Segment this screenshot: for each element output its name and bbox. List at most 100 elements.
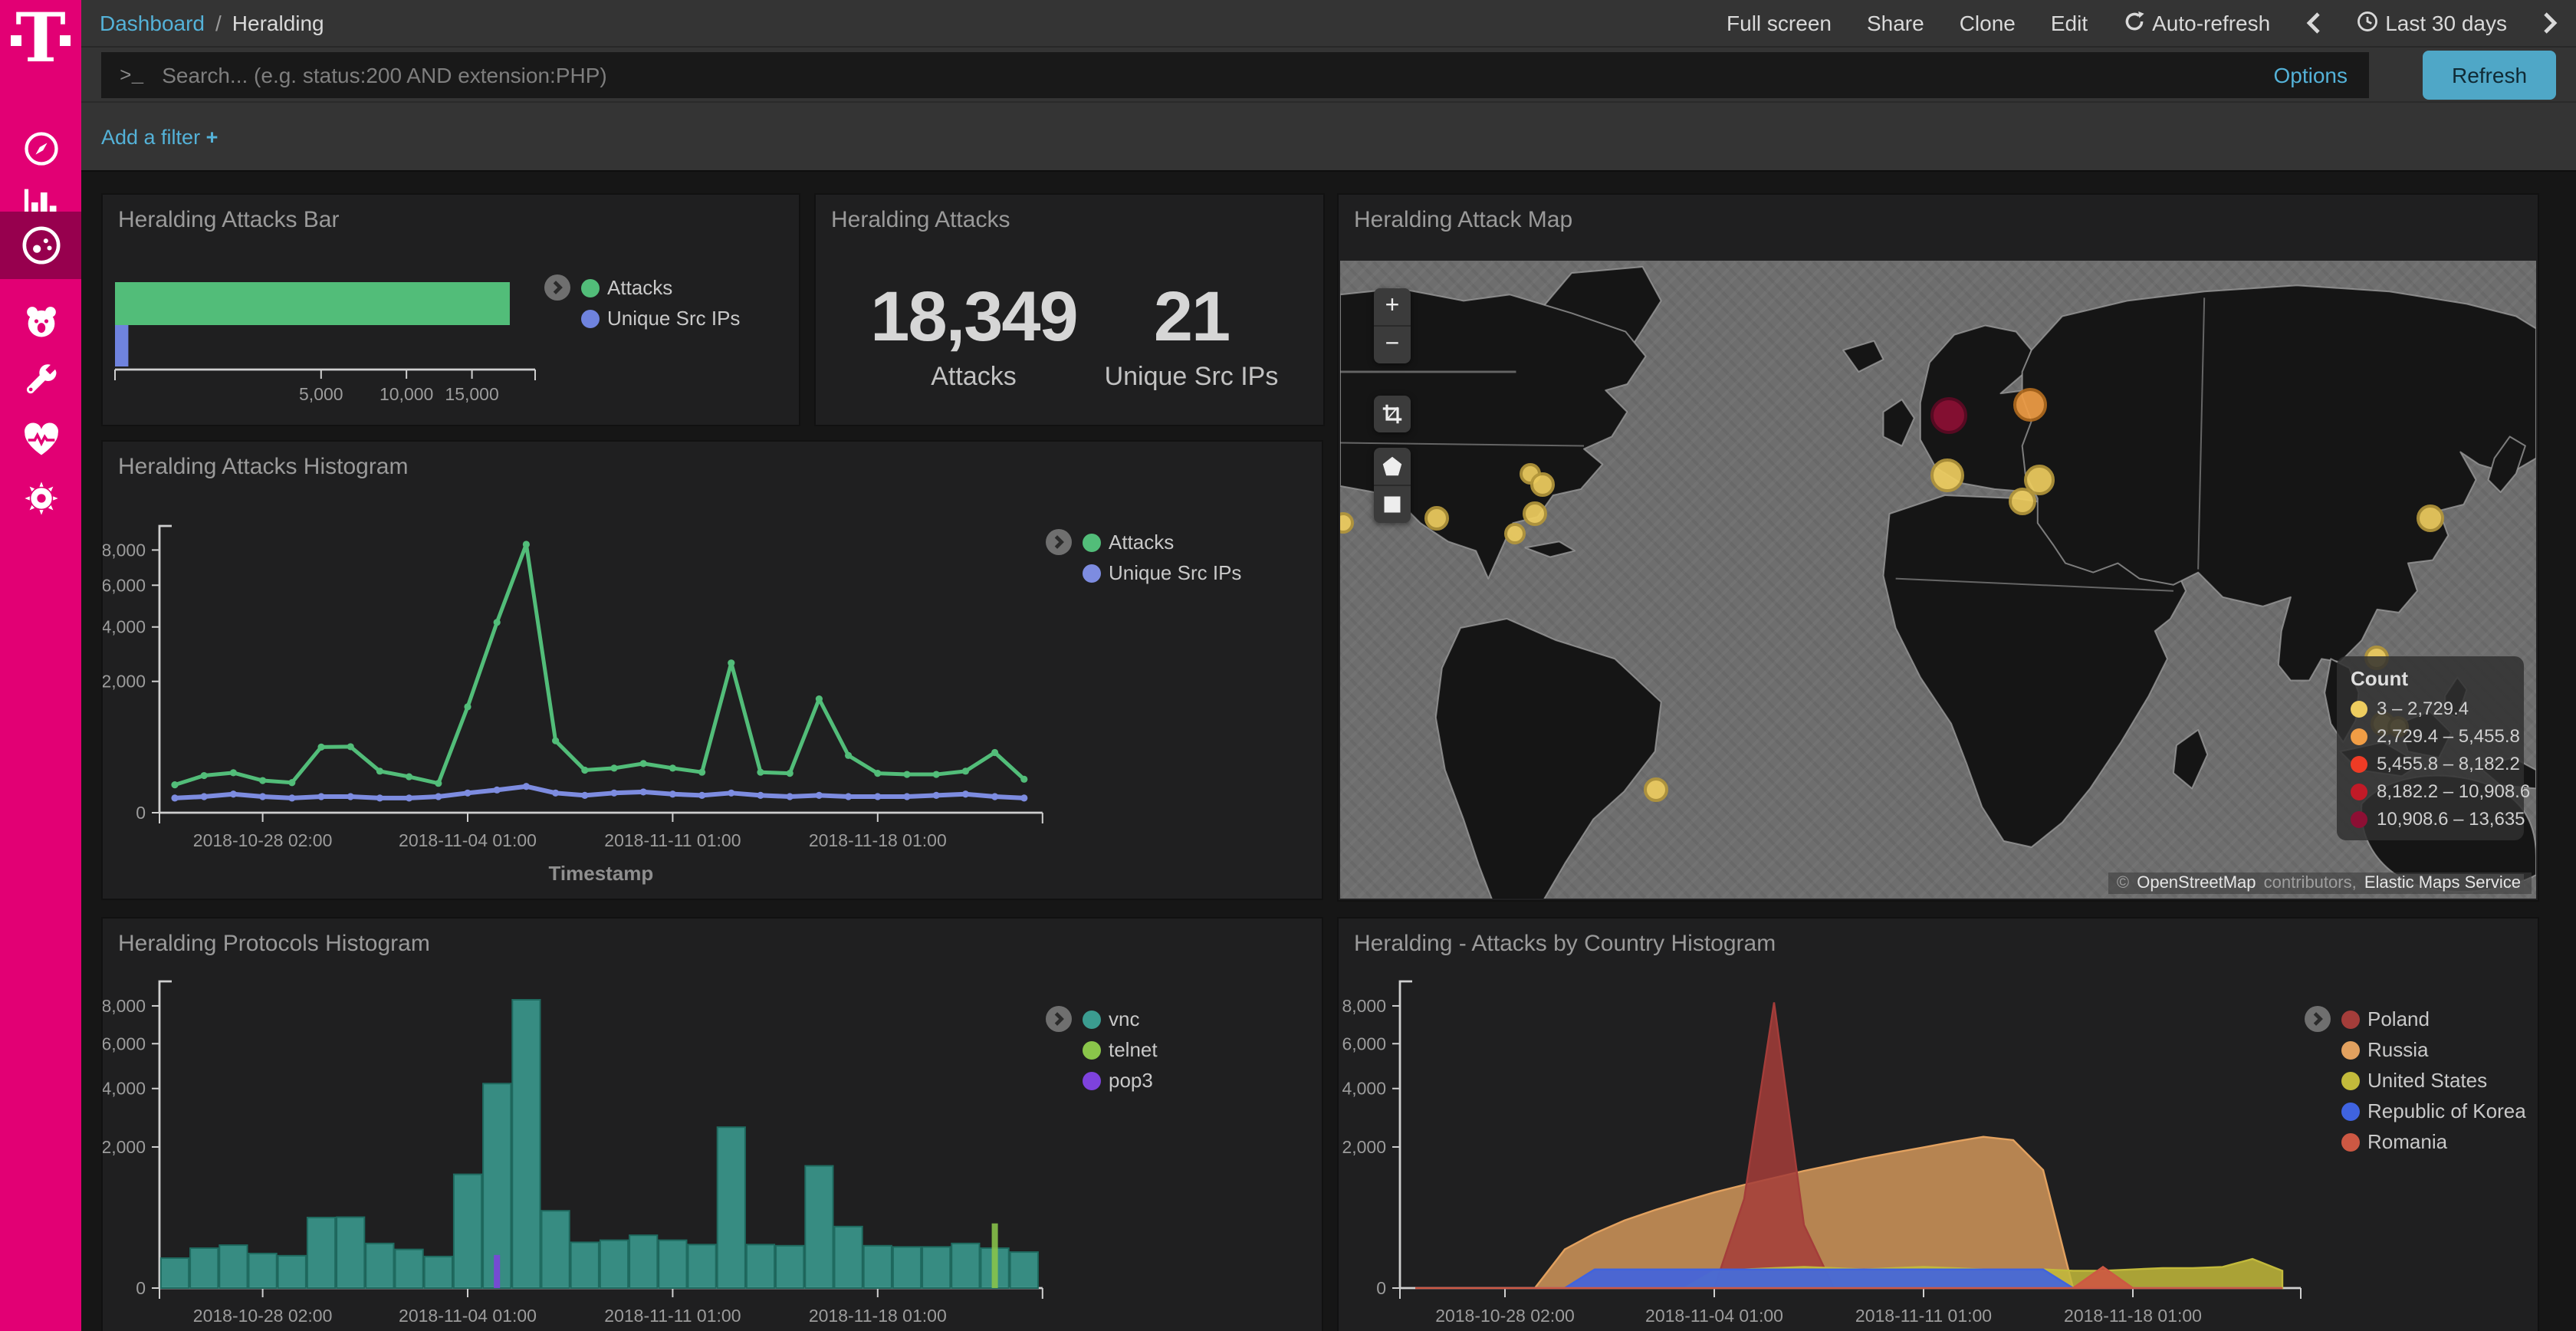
search-box: >_ Options [101,52,2369,98]
attack-map[interactable]: + − [1340,261,2536,899]
svg-text:6,000: 6,000 [103,575,146,595]
svg-text:10,000: 10,000 [380,384,433,404]
series-dot [1083,1010,1101,1028]
legend-item-russia[interactable]: Russia [2341,1038,2526,1061]
svg-text:2,000: 2,000 [103,1137,146,1157]
crop-icon[interactable] [1374,396,1411,432]
polygon-tool-icon[interactable] [1374,448,1411,485]
legend-expand-icon[interactable] [1046,529,1072,555]
series-dot [2341,1071,2360,1089]
rectangle-tool-icon[interactable] [1374,486,1411,523]
options-link[interactable]: Options [2274,63,2348,87]
auto-refresh-button[interactable]: Auto-refresh [2123,10,2270,36]
svg-text:2018-11-18 01:00: 2018-11-18 01:00 [809,830,947,850]
attack-bubble[interactable] [1930,396,1967,433]
edit-button[interactable]: Edit [2051,11,2088,35]
attack-bubble[interactable] [2009,488,2037,515]
map-crop-control [1374,396,1411,432]
attack-bubble[interactable] [1424,506,1449,531]
gear-icon [21,478,61,518]
series-dot [2341,1040,2360,1059]
protocols-histogram-chart[interactable]: 02,0004,0006,0008,0002018-10-28 02:00201… [103,919,1115,1331]
attacks-bar-legend: Attacks Unique Src IPs [544,276,740,330]
kibana-dashboard-app: T [0,0,2576,1331]
legend-title: Count [2351,667,2510,690]
panel-attacks-histogram: Heralding Attacks Histogram 02,0004,0006… [101,440,1323,900]
attack-bubble[interactable] [1644,778,1668,803]
svg-text:6,000: 6,000 [1342,1034,1386,1053]
attacks-histogram-legend: Attacks Unique Src IPs [1046,531,1241,584]
legend-item-united-states[interactable]: United States [2341,1069,2526,1092]
svg-text:4,000: 4,000 [1342,1079,1386,1099]
legend-item-pop3[interactable]: pop3 [1083,1069,1158,1092]
share-button[interactable]: Share [1867,11,1924,35]
top-nav: Dashboard / Heralding Full screen Share … [81,0,2576,46]
series-dot [2341,1102,2360,1120]
map-draw-controls [1374,448,1411,523]
legend-item-romania[interactable]: Romania [2341,1130,2526,1153]
level-dot [2351,700,2367,717]
clone-button[interactable]: Clone [1960,11,2016,35]
map-zoom-controls: + − [1374,288,1411,363]
svg-text:4,000: 4,000 [103,1079,146,1099]
svg-text:2018-11-04 01:00: 2018-11-04 01:00 [399,1306,537,1326]
metric-unique-src-ips: 21 Unique Src IPs [1076,274,1306,393]
attack-bubble[interactable] [1523,501,1547,526]
legend-item-telnet[interactable]: telnet [1083,1038,1158,1061]
svg-text:2,000: 2,000 [1342,1137,1386,1157]
legend-expand-icon[interactable] [2305,1006,2331,1032]
svg-text:15,000: 15,000 [445,384,498,404]
metric-label: Unique Src IPs [1076,362,1306,393]
time-range-button[interactable]: Last 30 days [2356,10,2507,36]
panel-title[interactable]: Heralding Attacks [816,195,1323,233]
add-filter-link[interactable]: Add a filter + [101,125,218,148]
sidebar-item-monitoring[interactable] [0,406,81,474]
time-forward-button[interactable] [2542,12,2558,34]
series-dot [1083,564,1101,582]
country-histogram-chart[interactable]: 02,0004,0006,0008,0002018-10-28 02:00201… [1339,919,2335,1331]
series-dot [2341,1010,2360,1028]
attack-bubble[interactable] [1930,458,1964,492]
telekom-logo[interactable]: T [9,9,72,83]
time-back-button[interactable] [2305,12,2321,34]
svg-text:8,000: 8,000 [1342,996,1386,1016]
attacks-bar-chart[interactable]: 5,00010,00015,000 [106,195,550,425]
attack-bubble[interactable] [2013,389,2047,422]
clock-icon [2356,10,2377,36]
panel-attacks-metric: Heralding Attacks 18,349 Attacks 21 Uniq… [814,193,1325,426]
legend-item-attacks[interactable]: Attacks [581,276,740,299]
svg-text:2018-11-18 01:00: 2018-11-18 01:00 [2064,1306,2202,1326]
attacks-histogram-chart[interactable]: 02,0004,0006,0008,0002018-10-28 02:00201… [103,442,1115,902]
svg-text:2018-11-04 01:00: 2018-11-04 01:00 [399,830,537,850]
elastic-maps-link[interactable]: Elastic Maps Service [2361,874,2524,892]
series-dot [581,278,600,297]
dashboard-grid: Heralding Attacks Bar 5,00010,00015,000 … [81,172,2576,1331]
sidebar-item-devtools[interactable] [0,348,81,416]
zoom-in-icon[interactable]: + [1374,288,1411,325]
legend-item-unique-src-ips[interactable]: Unique Src IPs [1083,561,1241,584]
legend-expand-icon[interactable] [544,274,570,301]
breadcrumb-dashboard-link[interactable]: Dashboard [100,11,205,35]
sidebar-item-management[interactable] [0,465,81,532]
attack-bubble[interactable] [1530,473,1555,498]
legend-row: 8,182.2 – 10,908.6 [2351,781,2510,802]
legend-item-republic-of-korea[interactable]: Republic of Korea [2341,1099,2526,1122]
panel-title[interactable]: Heralding Attack Map [1339,195,2538,233]
search-input[interactable] [159,61,2273,89]
sidebar-item-dashboard[interactable] [0,212,81,279]
attack-bubble[interactable] [1504,523,1526,544]
map-count-legend: Count 3 – 2,729.4 2,729.4 – 5,455.8 5,45… [2337,656,2524,840]
svg-text:4,000: 4,000 [103,617,146,637]
refresh-button[interactable]: Refresh [2423,51,2556,100]
sidebar-item-timelion[interactable] [0,288,81,356]
legend-item-poland[interactable]: Poland [2341,1007,2526,1030]
attack-bubble[interactable] [2416,504,2443,532]
legend-row: 10,908.6 – 13,635 [2351,808,2510,830]
osm-link[interactable]: OpenStreetMap [2134,874,2259,892]
legend-item-unique-src-ips[interactable]: Unique Src IPs [581,307,740,330]
legend-item-vnc[interactable]: vnc [1083,1007,1158,1030]
fullscreen-button[interactable]: Full screen [1727,11,1832,35]
zoom-out-icon[interactable]: − [1374,327,1411,363]
legend-expand-icon[interactable] [1046,1006,1072,1032]
legend-item-attacks[interactable]: Attacks [1083,531,1241,554]
